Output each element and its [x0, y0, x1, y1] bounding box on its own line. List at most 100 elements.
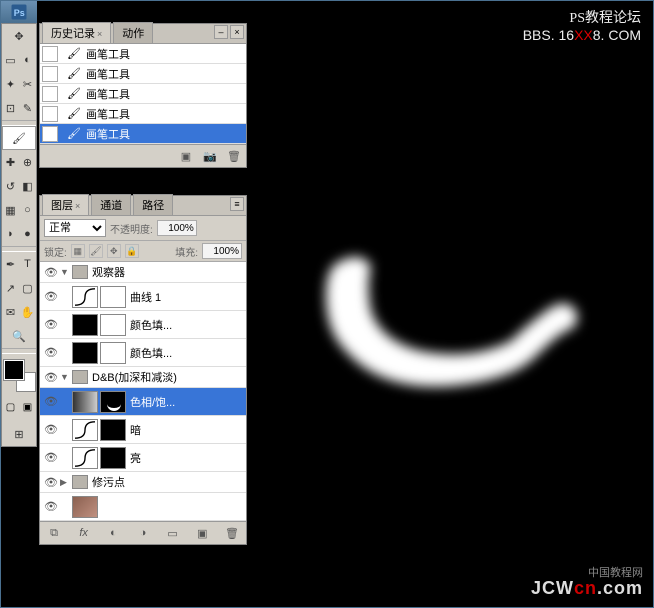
- visibility-icon[interactable]: 👁: [42, 476, 60, 489]
- visibility-icon[interactable]: 👁: [42, 346, 60, 359]
- link-icon[interactable]: ⧉: [44, 525, 64, 541]
- stamp-tool[interactable]: ⊕: [19, 150, 36, 174]
- layer-thumbnail[interactable]: [72, 314, 98, 336]
- history-checkbox[interactable]: [42, 46, 58, 62]
- history-item[interactable]: 🖌画笔工具: [40, 64, 246, 84]
- type-tool[interactable]: T: [19, 252, 36, 276]
- visibility-icon[interactable]: 👁: [42, 290, 60, 303]
- crop-tool[interactable]: ✂: [19, 72, 36, 96]
- layer-row[interactable]: 👁: [40, 493, 246, 521]
- layer-thumbnail[interactable]: [72, 496, 98, 518]
- layer-thumbnail[interactable]: [72, 286, 98, 308]
- expand-arrow-icon[interactable]: ▼: [60, 372, 72, 382]
- layer-thumbnail[interactable]: [72, 447, 98, 469]
- layer-thumbnail[interactable]: [72, 342, 98, 364]
- mask-thumbnail[interactable]: [100, 314, 126, 336]
- camera-icon[interactable]: 📷: [201, 148, 219, 164]
- mask-thumbnail[interactable]: [100, 286, 126, 308]
- visibility-icon[interactable]: 👁: [42, 266, 60, 279]
- sponge-tool[interactable]: ●: [19, 222, 36, 246]
- path-tool[interactable]: ↗: [2, 276, 19, 300]
- slice-tool[interactable]: ⊡: [2, 96, 19, 120]
- eraser-tool[interactable]: ◧: [19, 174, 36, 198]
- layer-row[interactable]: 👁曲线 1: [40, 283, 246, 311]
- tab-channels[interactable]: 通道: [91, 194, 131, 215]
- mask-thumbnail[interactable]: [100, 342, 126, 364]
- trash-icon[interactable]: 🗑: [225, 148, 243, 164]
- opacity-input[interactable]: [157, 220, 197, 236]
- layer-row[interactable]: 👁颜色填...: [40, 311, 246, 339]
- delete-icon[interactable]: 🗑: [222, 525, 242, 541]
- history-item[interactable]: 🖌画笔工具: [40, 124, 246, 144]
- close-icon[interactable]: ×: [75, 201, 80, 211]
- move-tool[interactable]: ✥: [2, 24, 36, 48]
- lasso-tool[interactable]: ◐: [19, 48, 36, 72]
- panel-menu-icon[interactable]: ≡: [230, 197, 244, 211]
- layer-row[interactable]: 👁色相/饱...: [40, 388, 246, 416]
- new-layer-icon[interactable]: ▣: [192, 525, 212, 541]
- hand-tool[interactable]: ✋: [19, 300, 36, 324]
- pen-tool[interactable]: ✒: [2, 252, 19, 276]
- marquee-tool[interactable]: ▭: [2, 48, 19, 72]
- visibility-icon[interactable]: 👁: [42, 500, 60, 513]
- foreground-color[interactable]: [4, 360, 24, 380]
- color-swatches[interactable]: [2, 358, 38, 394]
- zoom-tool[interactable]: 🔍: [2, 324, 36, 348]
- screen-mode[interactable]: ⊞: [2, 422, 36, 446]
- lock-all-icon[interactable]: 🔒: [125, 244, 139, 258]
- history-checkbox[interactable]: [42, 86, 58, 102]
- close-panel-icon[interactable]: ×: [230, 25, 244, 39]
- lock-position-icon[interactable]: ✥: [107, 244, 121, 258]
- tab-layers[interactable]: 图层×: [42, 194, 89, 215]
- layer-row[interactable]: 👁颜色填...: [40, 339, 246, 367]
- layer-group[interactable]: 👁▶修污点: [40, 472, 246, 493]
- expand-arrow-icon[interactable]: ▼: [60, 267, 72, 277]
- gradient-tool[interactable]: ▦: [2, 198, 19, 222]
- layer-thumbnail[interactable]: [72, 419, 98, 441]
- quickmask-on[interactable]: ▣: [19, 398, 36, 416]
- adjustment-icon[interactable]: ◑: [133, 525, 153, 541]
- dodge-tool[interactable]: ◗: [2, 222, 19, 246]
- healing-tool[interactable]: ✚: [2, 150, 19, 174]
- mask-thumbnail[interactable]: [100, 447, 126, 469]
- expand-arrow-icon[interactable]: ▶: [60, 477, 72, 488]
- close-icon[interactable]: ×: [97, 29, 102, 39]
- visibility-icon[interactable]: 👁: [42, 423, 60, 436]
- layer-group[interactable]: 👁▼D&B(加深和减淡): [40, 367, 246, 388]
- fill-input[interactable]: [202, 243, 242, 259]
- blur-tool[interactable]: ○: [19, 198, 36, 222]
- eyedropper-tool[interactable]: ✎: [19, 96, 36, 120]
- history-checkbox[interactable]: [42, 126, 58, 142]
- group-icon[interactable]: ▭: [163, 525, 183, 541]
- layer-row[interactable]: 👁亮: [40, 444, 246, 472]
- history-item[interactable]: 🖌画笔工具: [40, 84, 246, 104]
- new-snapshot-icon[interactable]: ▣: [177, 148, 195, 164]
- layer-thumbnail[interactable]: [72, 391, 98, 413]
- history-item[interactable]: 🖌画笔工具: [40, 104, 246, 124]
- wand-tool[interactable]: ✦: [2, 72, 19, 96]
- lock-transparency-icon[interactable]: ▦: [71, 244, 85, 258]
- visibility-icon[interactable]: 👁: [42, 451, 60, 464]
- notes-tool[interactable]: ✉: [2, 300, 19, 324]
- tab-actions[interactable]: 动作: [113, 22, 153, 43]
- mask-thumbnail[interactable]: [100, 391, 126, 413]
- tab-history[interactable]: 历史记录×: [42, 22, 111, 43]
- layer-row[interactable]: 👁暗: [40, 416, 246, 444]
- canvas[interactable]: [251, 1, 653, 607]
- fx-icon[interactable]: fx: [74, 525, 94, 541]
- minimize-icon[interactable]: –: [214, 25, 228, 39]
- history-item[interactable]: 🖌画笔工具: [40, 44, 246, 64]
- lock-paint-icon[interactable]: 🖌: [89, 244, 103, 258]
- brush-tool[interactable]: 🖌: [2, 126, 36, 150]
- visibility-icon[interactable]: 👁: [42, 395, 60, 408]
- blend-mode-select[interactable]: 正常: [44, 219, 106, 237]
- tab-paths[interactable]: 路径: [133, 194, 173, 215]
- shape-tool[interactable]: ▢: [19, 276, 36, 300]
- mask-thumbnail[interactable]: [100, 419, 126, 441]
- layer-group[interactable]: 👁▼观察器: [40, 262, 246, 283]
- history-checkbox[interactable]: [42, 66, 58, 82]
- visibility-icon[interactable]: 👁: [42, 371, 60, 384]
- history-brush-tool[interactable]: ↺: [2, 174, 19, 198]
- quickmask-off[interactable]: ▢: [2, 398, 19, 416]
- history-checkbox[interactable]: [42, 106, 58, 122]
